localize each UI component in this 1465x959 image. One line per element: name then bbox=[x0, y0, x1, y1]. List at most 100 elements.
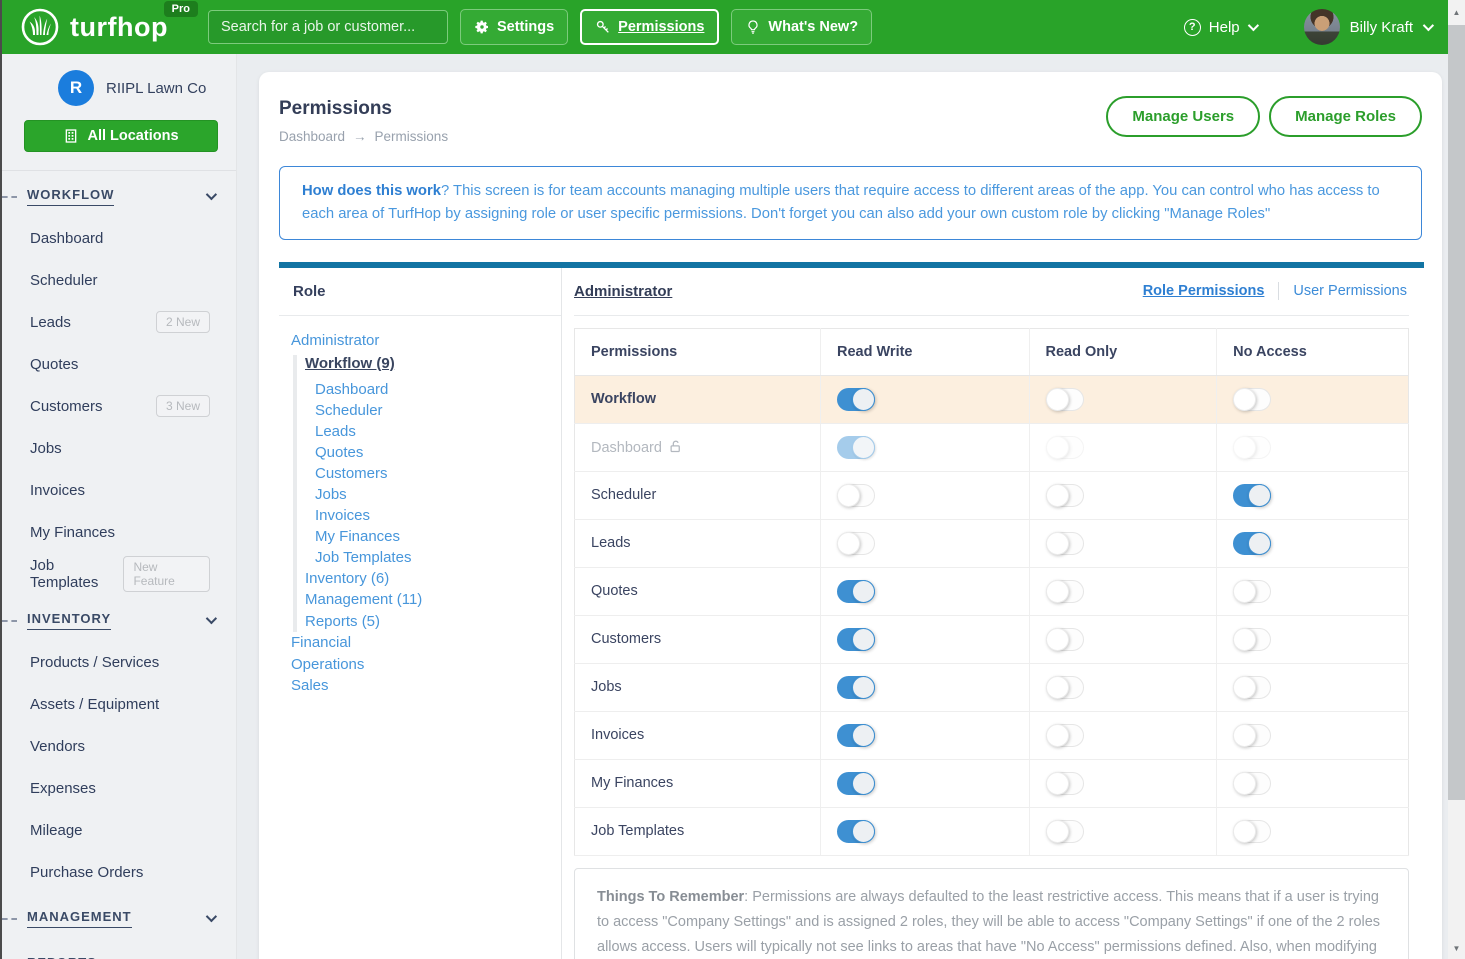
info-banner-bold: How does this work bbox=[302, 183, 441, 199]
tree-item-my-finances[interactable]: My Finances bbox=[315, 526, 561, 547]
user-menu[interactable]: Billy Kraft bbox=[1304, 9, 1431, 45]
help-menu[interactable]: ? Help bbox=[1184, 19, 1256, 36]
read-only-toggle[interactable] bbox=[1046, 724, 1084, 747]
info-banner-text: ? This screen is for team accounts manag… bbox=[302, 183, 1380, 222]
settings-button[interactable]: Settings bbox=[460, 9, 568, 45]
col-header-permissions: Permissions bbox=[575, 328, 821, 375]
sidebar-item-invoices[interactable]: Invoices bbox=[2, 469, 236, 511]
key-icon bbox=[595, 19, 611, 35]
breadcrumb-dashboard[interactable]: Dashboard bbox=[279, 129, 345, 144]
read-only-toggle[interactable] bbox=[1046, 580, 1084, 603]
tree-item-invoices[interactable]: Invoices bbox=[315, 505, 561, 526]
sidebar-section-inventory[interactable]: INVENTORY bbox=[2, 599, 236, 641]
read-write-toggle[interactable] bbox=[837, 388, 875, 411]
read-only-toggle[interactable] bbox=[1046, 436, 1084, 459]
dash-icon bbox=[2, 918, 17, 920]
sidebar-section-workflow[interactable]: WORKFLOW bbox=[2, 175, 236, 217]
sidebar-item-scheduler[interactable]: Scheduler bbox=[2, 259, 236, 301]
no-access-toggle[interactable] bbox=[1233, 772, 1271, 795]
read-write-toggle[interactable] bbox=[837, 724, 875, 747]
table-row: Customers bbox=[575, 615, 1409, 663]
tree-role-sales[interactable]: Sales bbox=[291, 675, 561, 697]
permissions-button[interactable]: Permissions bbox=[580, 9, 719, 45]
whats-new-button[interactable]: What's New? bbox=[731, 9, 872, 45]
sidebar-item-my-finances[interactable]: My Finances bbox=[2, 511, 236, 553]
sidebar-item-assets-equipment[interactable]: Assets / Equipment bbox=[2, 683, 236, 725]
sidebar-section-reports[interactable]: REPORTS bbox=[2, 943, 236, 959]
user-permissions-link[interactable]: User Permissions bbox=[1293, 283, 1407, 299]
manage-roles-button[interactable]: Manage Roles bbox=[1269, 96, 1422, 137]
role-permissions-link[interactable]: Role Permissions bbox=[1143, 283, 1265, 299]
scroll-down-arrow[interactable]: ▼ bbox=[1448, 940, 1465, 957]
read-only-toggle[interactable] bbox=[1046, 388, 1084, 411]
read-only-toggle[interactable] bbox=[1046, 772, 1084, 795]
tree-role-administrator[interactable]: Administrator bbox=[291, 332, 561, 349]
read-write-toggle[interactable] bbox=[837, 628, 875, 651]
read-write-toggle[interactable] bbox=[837, 580, 875, 603]
sidebar-item-badge: 2 New bbox=[156, 311, 210, 333]
chevron-down-icon bbox=[206, 189, 217, 200]
sidebar-item-mileage[interactable]: Mileage bbox=[2, 809, 236, 851]
no-access-toggle[interactable] bbox=[1233, 484, 1271, 507]
tree-item-leads[interactable]: Leads bbox=[315, 421, 561, 442]
sidebar-section-management[interactable]: MANAGEMENT bbox=[2, 897, 236, 939]
tree-role-financial[interactable]: Financial bbox=[291, 632, 561, 654]
vertical-scrollbar[interactable]: ▲ ▼ bbox=[1448, 0, 1465, 959]
read-write-toggle[interactable] bbox=[837, 484, 875, 507]
read-write-toggle[interactable] bbox=[837, 532, 875, 555]
read-only-toggle[interactable] bbox=[1046, 676, 1084, 699]
all-locations-button[interactable]: All Locations bbox=[24, 120, 218, 152]
sidebar-item-products-services[interactable]: Products / Services bbox=[2, 641, 236, 683]
manage-users-button[interactable]: Manage Users bbox=[1106, 96, 1260, 137]
tree-item-customers[interactable]: Customers bbox=[315, 463, 561, 484]
tree-item-jobs[interactable]: Jobs bbox=[315, 484, 561, 505]
org-avatar: R bbox=[58, 70, 94, 106]
tree-group-inventory[interactable]: Inventory (6) bbox=[305, 568, 561, 590]
no-access-toggle[interactable] bbox=[1233, 628, 1271, 651]
app-logo[interactable]: turfhop Pro bbox=[20, 7, 168, 47]
gear-icon bbox=[474, 19, 490, 35]
read-write-toggle[interactable] bbox=[837, 772, 875, 795]
tree-item-dashboard[interactable]: Dashboard bbox=[315, 379, 561, 400]
table-row: Workflow bbox=[575, 375, 1409, 423]
no-access-toggle[interactable] bbox=[1233, 820, 1271, 843]
scroll-up-arrow[interactable]: ▲ bbox=[1448, 4, 1465, 21]
tree-item-job-templates[interactable]: Job Templates bbox=[315, 547, 561, 568]
tree-role-operations[interactable]: Operations bbox=[291, 654, 561, 676]
no-access-toggle[interactable] bbox=[1233, 580, 1271, 603]
read-write-toggle[interactable] bbox=[837, 676, 875, 699]
read-only-toggle[interactable] bbox=[1046, 484, 1084, 507]
tree-group-workflow[interactable]: Workflow (9) bbox=[305, 355, 561, 372]
no-access-toggle[interactable] bbox=[1233, 436, 1271, 459]
no-access-toggle[interactable] bbox=[1233, 532, 1271, 555]
role-panel: Role Administrator Workflow (9) Dashboar… bbox=[279, 268, 562, 959]
sidebar-item-purchase-orders[interactable]: Purchase Orders bbox=[2, 851, 236, 893]
sidebar-item-customers[interactable]: Customers3 New bbox=[2, 385, 236, 427]
read-write-toggle[interactable] bbox=[837, 436, 875, 459]
tree-group-management[interactable]: Management (11) bbox=[305, 589, 561, 611]
tree-item-scheduler[interactable]: Scheduler bbox=[315, 400, 561, 421]
turfhop-grass-icon bbox=[20, 7, 60, 47]
no-access-toggle[interactable] bbox=[1233, 676, 1271, 699]
sidebar-item-quotes[interactable]: Quotes bbox=[2, 343, 236, 385]
org-row[interactable]: R RIIPL Lawn Co bbox=[2, 54, 236, 106]
tree-item-quotes[interactable]: Quotes bbox=[315, 442, 561, 463]
sidebar-item-dashboard[interactable]: Dashboard bbox=[2, 217, 236, 259]
sidebar-item-expenses[interactable]: Expenses bbox=[2, 767, 236, 809]
pro-badge: Pro bbox=[164, 1, 198, 17]
tree-group-reports[interactable]: Reports (5) bbox=[305, 611, 561, 633]
read-only-toggle[interactable] bbox=[1046, 532, 1084, 555]
read-only-toggle[interactable] bbox=[1046, 628, 1084, 651]
sidebar-item-job-templates[interactable]: Job TemplatesNew Feature bbox=[2, 553, 236, 595]
things-to-remember-note: Things To Remember: Permissions are alwa… bbox=[574, 868, 1409, 959]
sidebar-item-leads[interactable]: Leads2 New bbox=[2, 301, 236, 343]
global-search-input[interactable] bbox=[208, 10, 448, 44]
no-access-toggle[interactable] bbox=[1233, 388, 1271, 411]
chevron-down-icon bbox=[1247, 20, 1258, 31]
scrollbar-thumb[interactable] bbox=[1448, 25, 1465, 800]
sidebar-item-jobs[interactable]: Jobs bbox=[2, 427, 236, 469]
no-access-toggle[interactable] bbox=[1233, 724, 1271, 747]
read-write-toggle[interactable] bbox=[837, 820, 875, 843]
sidebar-item-vendors[interactable]: Vendors bbox=[2, 725, 236, 767]
read-only-toggle[interactable] bbox=[1046, 820, 1084, 843]
